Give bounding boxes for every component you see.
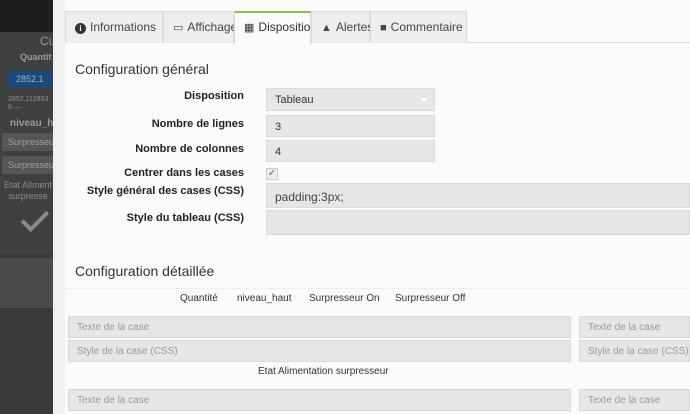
cols-label: Nombre de colonnes bbox=[135, 143, 244, 155]
column-header: niveau_haut bbox=[237, 293, 292, 304]
column-header: Quantité bbox=[180, 293, 218, 304]
cell-text-input[interactable]: Texte de la case bbox=[68, 316, 571, 338]
center-checkbox[interactable]: ✓ bbox=[266, 168, 278, 180]
disposition-select[interactable]: Tableau bbox=[266, 88, 435, 111]
detailed-config-title: Configuration détaillée bbox=[75, 263, 215, 279]
tab-label: Informations bbox=[90, 20, 157, 34]
widget-config-modal: i Informations ▭ Affichage ▦ Disposition ▲ A… bbox=[53, 0, 690, 414]
row-label: Etat Alimentation surpresseur bbox=[258, 366, 389, 377]
tab-commentaire[interactable]: ■ Commentaire bbox=[370, 11, 467, 43]
cell-style-input[interactable]: padding:3px; bbox=[266, 183, 690, 208]
placeholder-text: Style de la case (CSS) bbox=[588, 346, 689, 357]
background-etat-label: Etat Aliment surpresse bbox=[4, 180, 53, 201]
tab-label: Affichage bbox=[187, 20, 238, 34]
table-style-label: Style du tableau (CSS) bbox=[126, 212, 244, 224]
center-label: Centrer dans les cases bbox=[124, 167, 244, 179]
chevron-down-icon bbox=[420, 98, 428, 102]
comment-icon: ■ bbox=[380, 22, 387, 34]
cell-text-input[interactable]: Texte de la case bbox=[579, 316, 690, 338]
cols-value: 4 bbox=[275, 146, 282, 158]
placeholder-text: Texte de la case bbox=[588, 322, 661, 333]
cell-style-label: Style général des cases (CSS) bbox=[86, 185, 244, 197]
column-header: Surpresseur On bbox=[309, 293, 380, 304]
tab-alertes[interactable]: ▲ Alertes bbox=[311, 11, 374, 43]
cell-style-case-input[interactable]: Style de la case (CSS) bbox=[68, 340, 571, 362]
rows-value: 3 bbox=[275, 121, 282, 133]
cell-text-input[interactable]: Texte de la case bbox=[579, 389, 690, 411]
monitor-icon: ▭ bbox=[173, 22, 184, 34]
tab-disposition[interactable]: ▦ Disposition bbox=[234, 11, 317, 44]
cell-text-input[interactable]: Texte de la case bbox=[68, 389, 571, 411]
tab-label: Disposition bbox=[258, 20, 318, 34]
column-header: Surpresseur Off bbox=[395, 293, 466, 304]
cols-input[interactable]: 4 bbox=[266, 140, 435, 162]
tab-label: Alertes bbox=[335, 20, 374, 34]
disposition-value: Tableau bbox=[275, 94, 314, 106]
tab-label: Commentaire bbox=[390, 20, 463, 34]
grid-icon: ▦ bbox=[244, 22, 255, 34]
cell-style-value: padding:3px; bbox=[275, 190, 344, 204]
table-style-input[interactable] bbox=[266, 210, 690, 235]
background-niveau-label: niveau_hc bbox=[10, 118, 59, 129]
tab-affichage[interactable]: ▭ Affichage bbox=[163, 11, 238, 43]
tab-informations[interactable]: i Informations bbox=[65, 11, 163, 43]
placeholder-text: Texte de la case bbox=[77, 395, 150, 406]
tab-bar: i Informations ▭ Affichage ▦ Disposition ▲ A… bbox=[65, 11, 690, 44]
warning-icon: ▲ bbox=[321, 22, 332, 34]
modal-edge bbox=[53, 0, 65, 414]
placeholder-text: Style de la case (CSS) bbox=[77, 346, 178, 357]
cell-style-case-input[interactable]: Style de la case (CSS) bbox=[579, 340, 690, 362]
disposition-label: Disposition bbox=[184, 90, 244, 102]
info-icon: i bbox=[75, 23, 86, 34]
placeholder-text: Texte de la case bbox=[77, 322, 150, 333]
rows-input[interactable]: 3 bbox=[266, 115, 435, 137]
section-divider bbox=[65, 288, 690, 289]
general-config-title: Configuration général bbox=[75, 61, 209, 77]
background-small-text: 2852,112853 6 — bbox=[8, 96, 49, 111]
placeholder-text: Texte de la case bbox=[588, 395, 661, 406]
rows-label: Nombre de lignes bbox=[151, 118, 244, 130]
background-quantity-label: Quantit bbox=[20, 52, 52, 62]
